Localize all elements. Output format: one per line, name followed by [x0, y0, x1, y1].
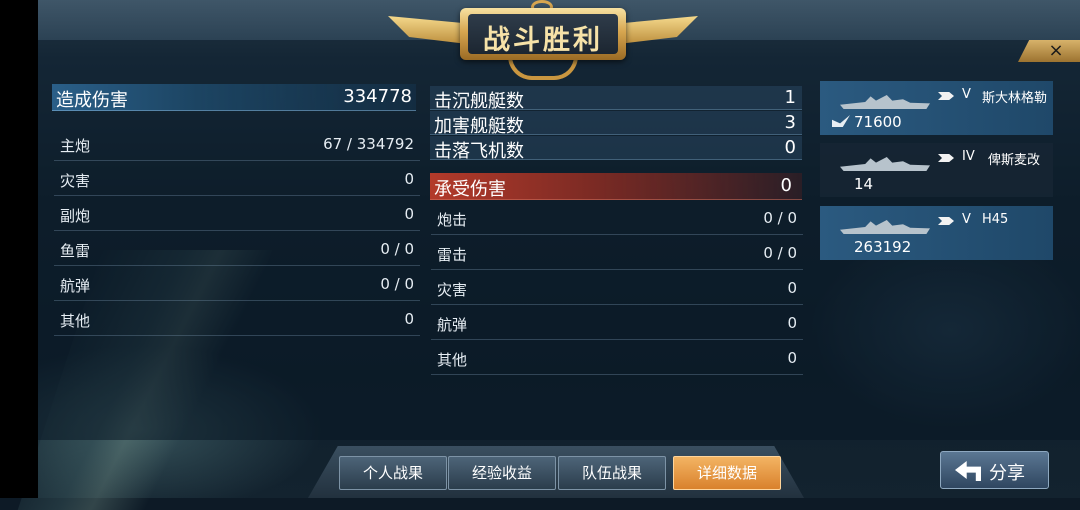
share-label: 分享	[989, 463, 1025, 484]
damage-row: 鱼雷 0 / 0	[54, 232, 420, 266]
damage-row: 主炮 67 / 334792	[54, 127, 420, 161]
ship-name: 俾斯麦改	[988, 153, 1041, 168]
damage-taken-row-value: 0 / 0	[763, 209, 797, 227]
damage-taken-row-value: 0	[787, 279, 797, 297]
damage-row-value: 67 / 334792	[323, 135, 414, 153]
damage-row-label: 灾害	[60, 172, 91, 190]
ship-name: 斯大林格勒	[982, 91, 1048, 106]
damage-dealt-label: 造成伤害	[56, 90, 128, 111]
damage-taken-row-value: 0	[787, 314, 797, 332]
ship-card[interactable]: IV 俾斯麦改 14	[820, 143, 1053, 197]
ship-damage-value: 71600	[854, 113, 902, 131]
ship-damage-value: 14	[854, 175, 874, 193]
damage-row: 其他 0	[54, 302, 420, 336]
kills-row-label: 击沉舰艇数	[434, 91, 524, 112]
sunk-ship-icon	[832, 115, 850, 127]
page-title: 战斗胜利	[483, 25, 603, 56]
ship-tier: V	[962, 87, 971, 102]
ship-tier: IV	[962, 149, 975, 164]
damage-row-label: 其他	[60, 312, 91, 330]
tier-flag-icon	[938, 92, 954, 100]
damage-row-value: 0 / 0	[380, 240, 414, 258]
damage-taken-total: 0	[780, 175, 792, 196]
ship-damage-value: 263192	[854, 238, 912, 256]
damage-taken-row-label: 灾害	[437, 281, 468, 299]
damage-dealt-header: 造成伤害 334778	[52, 84, 416, 111]
damage-taken-row-label: 航弹	[437, 316, 468, 334]
ship-tier: V	[962, 212, 971, 227]
battleship-icon	[840, 157, 930, 171]
damage-row-value: 0 / 0	[380, 275, 414, 293]
damage-row-label: 鱼雷	[60, 242, 91, 260]
ship-name: H45	[982, 212, 1009, 227]
damage-row-value: 0	[404, 310, 414, 328]
ship-card[interactable]: V H45 263192	[820, 206, 1053, 260]
tier-flag-icon	[938, 217, 954, 225]
battleship-icon	[840, 220, 930, 234]
damage-taken-row-label: 雷击	[437, 246, 468, 264]
damage-row: 灾害 0	[54, 162, 420, 196]
damage-taken-row: 其他 0	[431, 341, 803, 375]
damage-row: 副炮 0	[54, 197, 420, 231]
damage-taken-row-value: 0	[787, 349, 797, 367]
left-edge-bar	[0, 0, 38, 498]
damage-row: 航弹 0 / 0	[54, 267, 420, 301]
title-plate: 战斗胜利	[460, 8, 626, 60]
tab-experience-rewards[interactable]: 经验收益	[448, 456, 556, 490]
damage-taken-row-label: 炮击	[437, 211, 468, 229]
tab-detailed-data[interactable]: 详细数据	[673, 456, 781, 490]
kills-row-label: 加害舰艇数	[434, 116, 524, 137]
victory-banner: 战斗胜利	[388, 0, 698, 86]
tab-team-results[interactable]: 队伍战果	[558, 456, 666, 490]
kills-row: 击沉舰艇数 1	[430, 86, 802, 112]
damage-row-label: 主炮	[60, 137, 91, 155]
damage-taken-label: 承受伤害	[434, 179, 506, 200]
damage-taken-row: 雷击 0 / 0	[431, 236, 803, 270]
share-button[interactable]: 分享	[940, 451, 1049, 489]
damage-taken-row: 航弹 0	[431, 306, 803, 340]
tab-personal-results[interactable]: 个人战果	[339, 456, 447, 490]
damage-row-label: 航弹	[60, 277, 91, 295]
damage-dealt-total: 334778	[343, 86, 412, 107]
battleship-icon	[840, 95, 930, 109]
kills-row: 加害舰艇数 3	[430, 111, 802, 137]
ship-card[interactable]: V 斯大林格勒 71600	[820, 81, 1053, 135]
kills-row-value: 3	[784, 112, 796, 133]
damage-taken-row-value: 0 / 0	[763, 244, 797, 262]
damage-taken-header: 承受伤害 0	[430, 173, 802, 200]
damage-row-label: 副炮	[60, 207, 91, 225]
kills-row: 击落飞机数 0	[430, 136, 802, 162]
damage-taken-row: 炮击 0 / 0	[431, 201, 803, 235]
tier-flag-icon	[938, 154, 954, 162]
close-icon: ×	[1048, 40, 1064, 61]
damage-row-value: 0	[404, 170, 414, 188]
damage-taken-row-label: 其他	[437, 351, 468, 369]
kills-row-label: 击落飞机数	[434, 141, 524, 162]
damage-row-value: 0	[404, 205, 414, 223]
share-arrow-icon	[955, 461, 981, 481]
kills-row-value: 0	[784, 137, 796, 158]
damage-taken-row: 灾害 0	[431, 271, 803, 305]
kills-row-value: 1	[784, 87, 796, 108]
